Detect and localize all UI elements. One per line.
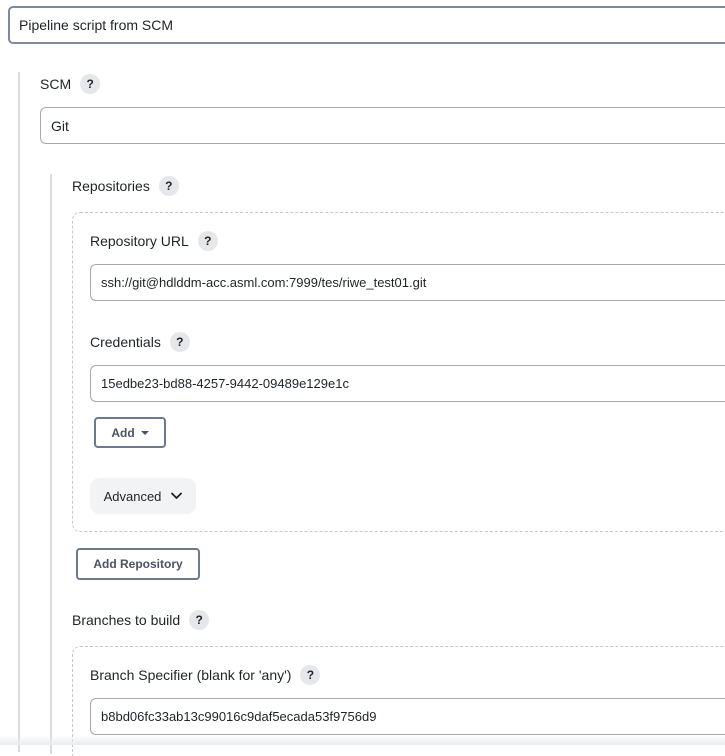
scm-select-value: Git [51, 117, 69, 134]
repository-url-value: ssh://git@hdlddm-acc.asml.com:7999/tes/r… [101, 275, 427, 290]
help-icon[interactable]: ? [158, 176, 179, 196]
repositories-label-row: Repositories ? [72, 176, 179, 196]
credentials-label-row: Credentials ? [90, 332, 190, 352]
add-repository-label: Add Repository [93, 557, 183, 571]
branch-specifier-input[interactable]: b8bd06fc33ab13c99016c9daf5ecada53f9756d9 [90, 698, 725, 735]
help-icon[interactable]: ? [169, 332, 190, 352]
repositories-label: Repositories [72, 178, 150, 194]
branch-specifier-value: b8bd06fc33ab13c99016c9daf5ecada53f9756d9 [101, 709, 377, 724]
advanced-label: Advanced [103, 488, 162, 504]
add-repository-button[interactable]: Add Repository [76, 548, 200, 580]
branches-label-row: Branches to build ? [72, 610, 210, 630]
scm-label-row: SCM ? [40, 74, 101, 94]
section-guide-line [18, 72, 20, 752]
repository-url-label: Repository URL [90, 233, 189, 249]
add-credentials-button[interactable]: Add [94, 417, 166, 448]
bottom-fade [0, 735, 725, 745]
add-credentials-label: Add [111, 425, 135, 440]
credentials-value: 15edbe23-bd88-4257-9442-09489e129e1c [101, 376, 349, 391]
help-icon[interactable]: ? [300, 665, 321, 685]
advanced-button[interactable]: Advanced [90, 478, 196, 514]
branch-specifier-label-row: Branch Specifier (blank for 'any') ? [90, 665, 321, 685]
scm-select[interactable]: Git [40, 107, 725, 144]
help-icon[interactable]: ? [197, 231, 218, 251]
scm-label: SCM [40, 76, 72, 92]
help-icon[interactable]: ? [189, 610, 210, 630]
help-icon[interactable]: ? [80, 74, 101, 94]
credentials-select[interactable]: 15edbe23-bd88-4257-9442-09489e129e1c [90, 365, 725, 402]
repository-url-label-row: Repository URL ? [90, 231, 218, 251]
definition-select-value: Pipeline script from SCM [19, 17, 174, 33]
credentials-label: Credentials [90, 334, 161, 350]
scm-guide-line [50, 174, 52, 754]
chevron-down-icon [171, 492, 183, 500]
branches-label: Branches to build [72, 612, 181, 628]
repository-url-input[interactable]: ssh://git@hdlddm-acc.asml.com:7999/tes/r… [90, 264, 725, 301]
caret-down-icon [140, 430, 149, 435]
branch-specifier-label: Branch Specifier (blank for 'any') [90, 667, 292, 683]
definition-select[interactable]: Pipeline script from SCM [8, 6, 725, 44]
